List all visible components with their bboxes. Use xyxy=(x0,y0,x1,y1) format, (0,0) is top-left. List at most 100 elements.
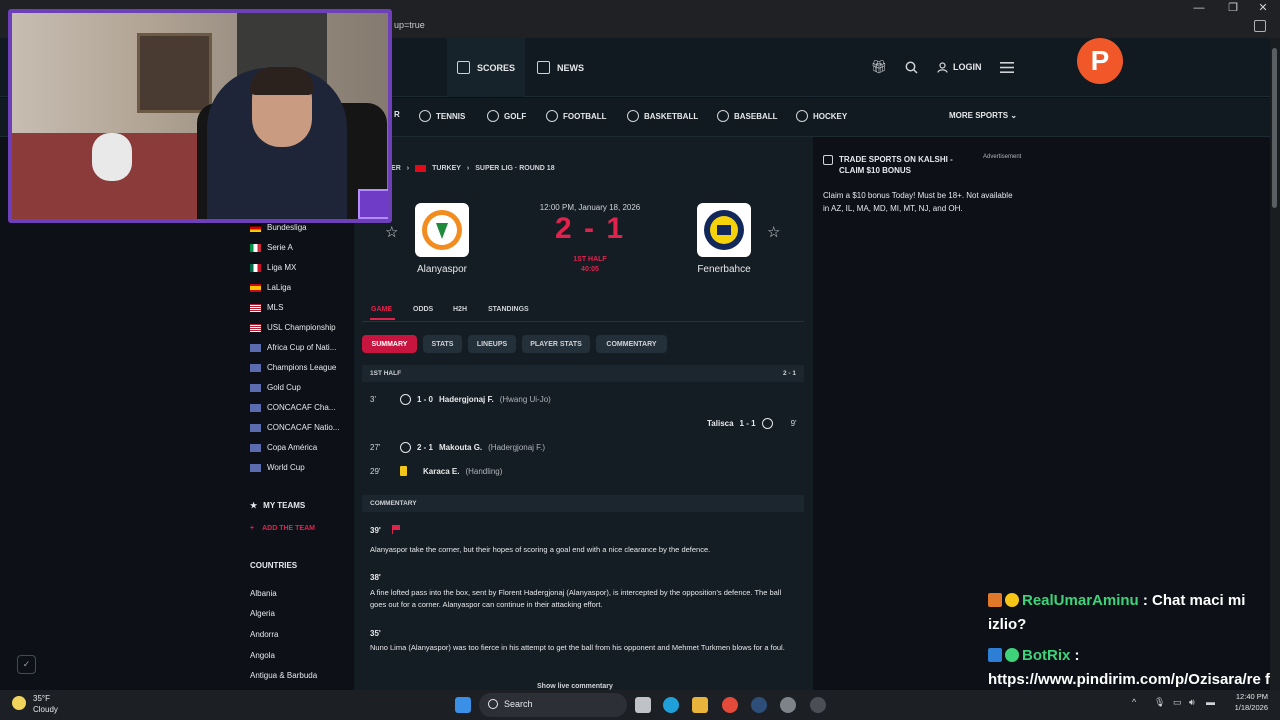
sport-golf-label: GOLF xyxy=(504,111,527,121)
away-team-name[interactable]: Fenerbahce xyxy=(669,264,779,275)
subtab-player-stats[interactable]: PLAYER STATS xyxy=(522,335,590,353)
country-item[interactable]: Albania xyxy=(250,589,277,598)
microphone-icon[interactable]: 🎙︎ xyxy=(1154,697,1165,708)
event-minute: 3' xyxy=(370,395,376,404)
gift-button[interactable]: 🎁︎ xyxy=(867,55,891,79)
sport-partial-label: R xyxy=(394,110,400,119)
tab-h2h[interactable]: H2H xyxy=(453,306,467,313)
sport-item-basketball[interactable]: BASKETBALL xyxy=(627,110,698,122)
subtab-lineups[interactable]: LINEUPS xyxy=(468,335,516,353)
sidebar-item-gold-cup[interactable]: Gold Cup xyxy=(250,383,301,392)
battery-icon[interactable]: ▬ xyxy=(1206,697,1215,707)
gift-icon: 🎁︎ xyxy=(870,59,888,74)
sport-item-partial[interactable]: R xyxy=(394,110,400,119)
taskbar-search[interactable]: Search xyxy=(479,693,627,717)
golf-icon xyxy=(487,110,499,122)
tab-news[interactable]: NEWS xyxy=(527,38,594,97)
ad-label: Advertisement xyxy=(983,154,1022,160)
maximize-button[interactable]: ❐ xyxy=(1216,0,1250,16)
scrollbar-thumb[interactable] xyxy=(1272,48,1277,208)
sport-item-tennis[interactable]: TENNIS xyxy=(419,110,465,122)
volume-icon[interactable]: 🔊︎ xyxy=(1189,697,1195,708)
sidebar-item-copa-america[interactable]: Copa América xyxy=(250,443,317,452)
sidebar-item-champions-league[interactable]: Champions League xyxy=(250,363,336,372)
sidebar-item-world-cup[interactable]: World Cup xyxy=(250,463,305,472)
country-item[interactable]: Antigua & Barbuda xyxy=(250,671,317,680)
taskbar-time[interactable]: 12:40 PM xyxy=(1232,692,1268,701)
tab-game[interactable]: GAME xyxy=(371,306,392,313)
chat-badge-icon xyxy=(1005,648,1019,662)
favorite-away-star-icon[interactable]: ☆ xyxy=(767,223,780,241)
sidebar-item-bundesliga[interactable]: Bundesliga xyxy=(250,223,307,232)
weather-temp: 35°F xyxy=(33,694,50,703)
search-icon xyxy=(905,61,918,74)
sport-basketball-label: BASKETBALL xyxy=(644,111,699,121)
tray-chevron-icon[interactable]: ^ xyxy=(1132,697,1136,707)
tab-standings[interactable]: STANDINGS xyxy=(488,306,529,313)
login-button[interactable]: LOGIN xyxy=(930,55,992,79)
tab-scores[interactable]: SCORES xyxy=(447,38,526,97)
country-item[interactable]: Angola xyxy=(250,651,275,660)
sidebar-item-afcon[interactable]: Africa Cup of Nati... xyxy=(250,343,336,352)
sidebar-item-concacaf-cha[interactable]: CONCACAF Cha... xyxy=(250,403,335,412)
add-team-button[interactable]: + ADD THE TEAM xyxy=(250,525,315,532)
sport-item-hockey[interactable]: HOCKEY xyxy=(796,110,847,122)
event-player[interactable]: Talisca xyxy=(707,419,734,428)
event-player[interactable]: Karaca E. xyxy=(423,467,459,476)
sidebar-item-liga-mx[interactable]: Liga MX xyxy=(250,263,296,272)
tab-odds[interactable]: ODDS xyxy=(413,306,433,313)
usa-flag-icon xyxy=(250,303,261,312)
away-team-crest[interactable] xyxy=(697,203,751,257)
url-text[interactable]: up=true xyxy=(394,20,425,30)
sport-item-baseball[interactable]: BASEBALL xyxy=(717,110,778,122)
sidebar-item-mls[interactable]: MLS xyxy=(250,303,283,312)
sidebar-item-concacaf-natio[interactable]: CONCACAF Natio... xyxy=(250,423,339,432)
subtab-summary[interactable]: SUMMARY xyxy=(362,335,417,353)
taskbar-date[interactable]: 1/18/2026 xyxy=(1224,703,1268,712)
file-explorer-icon[interactable] xyxy=(692,697,708,713)
event-player[interactable]: Hadergjonaj F. xyxy=(439,395,494,404)
sport-item-football[interactable]: FOOTBALL xyxy=(546,110,607,122)
event-assist: (Handling) xyxy=(465,466,503,476)
kalshi-icon xyxy=(823,155,833,165)
search-button[interactable] xyxy=(899,55,923,79)
task-view-icon[interactable] xyxy=(635,697,651,713)
sidebar-item-usl[interactable]: USL Championship xyxy=(250,323,336,332)
subtab-stats[interactable]: STATS xyxy=(423,335,462,353)
world-flag-icon xyxy=(250,383,261,392)
sidebar-item-serie-a[interactable]: Serie A xyxy=(250,243,293,252)
more-sports-dropdown[interactable]: MORE SPORTS ⌄ xyxy=(949,111,1017,120)
breadcrumb-country[interactable]: TURKEY xyxy=(432,165,461,172)
country-item[interactable]: Andorra xyxy=(250,630,278,639)
ad-body[interactable]: Claim a $10 bonus Today! Must be 18+. No… xyxy=(823,190,1018,215)
privacy-shield-icon[interactable]: ✓ xyxy=(17,655,36,674)
mexico-flag-icon xyxy=(250,263,261,272)
chat-username: BotRix xyxy=(1022,647,1071,664)
webcam-person-hair xyxy=(250,67,314,95)
steam-icon[interactable] xyxy=(751,697,767,713)
app-icon[interactable] xyxy=(810,697,826,713)
open-in-app-icon[interactable] xyxy=(1254,20,1266,32)
network-icon[interactable]: ▭ xyxy=(1173,697,1182,708)
home-team-crest[interactable] xyxy=(415,203,469,257)
country-item[interactable]: Algeria xyxy=(250,609,275,618)
commentary-header: COMMENTARY xyxy=(362,495,804,512)
ad-title[interactable]: TRADE SPORTS ON KALSHI - CLAIM $10 BONUS xyxy=(839,154,969,176)
menu-button[interactable] xyxy=(995,55,1019,79)
event-player[interactable]: Makouta G. xyxy=(439,443,482,452)
windows-start-icon[interactable] xyxy=(455,697,471,713)
breadcrumb-competition[interactable]: SUPER LIG · ROUND 18 xyxy=(475,165,554,172)
edge-icon[interactable] xyxy=(663,697,679,713)
sidebar-item-laliga[interactable]: LaLiga xyxy=(250,283,291,292)
subtab-commentary[interactable]: COMMENTARY xyxy=(596,335,667,353)
close-window-button[interactable]: ✕ xyxy=(1246,0,1280,16)
sport-item-golf[interactable]: GOLF xyxy=(487,110,526,122)
chrome-icon[interactable] xyxy=(722,697,738,713)
half-score: 2 - 1 xyxy=(782,370,796,377)
obs-icon[interactable] xyxy=(780,697,796,713)
minimize-button[interactable]: — xyxy=(1182,0,1216,16)
home-team-name[interactable]: Alanyaspor xyxy=(387,264,497,275)
favorite-home-star-icon[interactable]: ☆ xyxy=(385,223,398,241)
show-live-commentary-button[interactable]: Show live commentary xyxy=(537,683,613,690)
chat-badge-icon xyxy=(988,593,1002,607)
